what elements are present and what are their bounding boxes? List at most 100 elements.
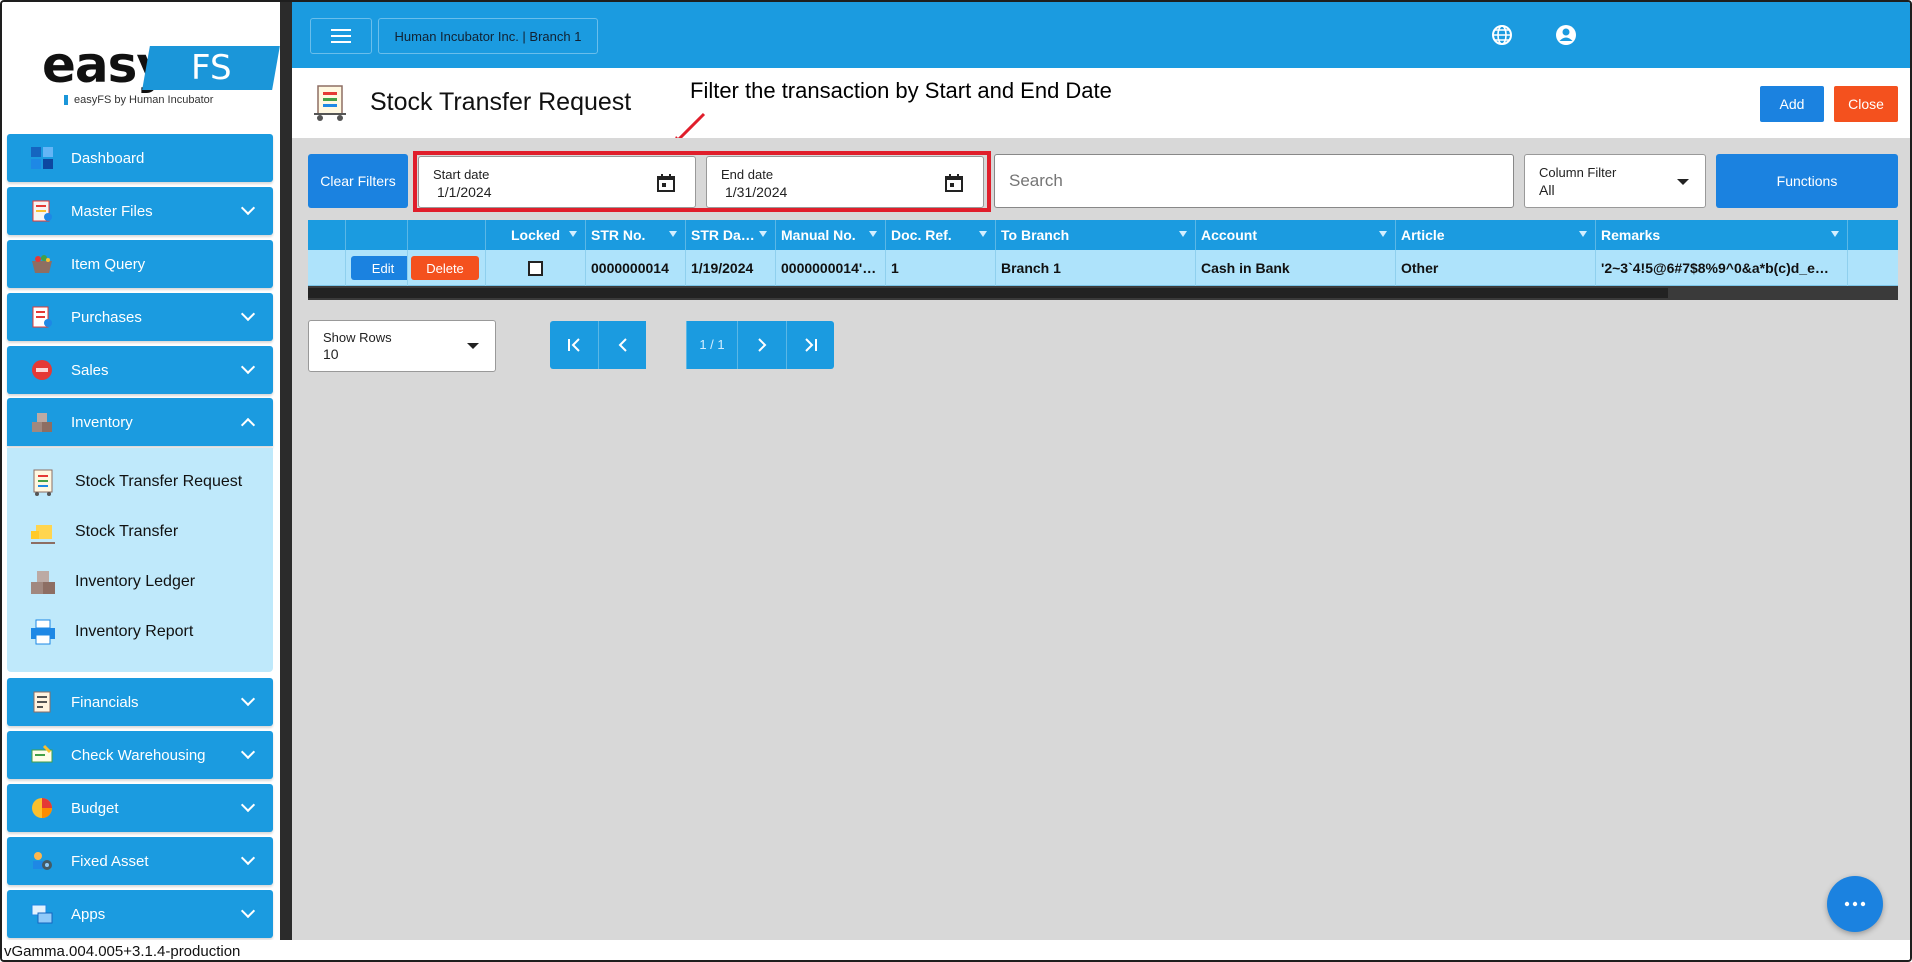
edit-button[interactable]: Edit <box>351 256 407 280</box>
remarks-cell: '2~3`4!5@6#7$8%9^0&a*b(c)d_e… <box>1596 250 1848 286</box>
company-branch-selector[interactable]: Human Incubator Inc. | Branch 1 <box>378 18 598 54</box>
chevron-up-icon <box>240 417 256 433</box>
sidebar-item-inventory[interactable]: Inventory <box>7 398 273 446</box>
sidebar-item-financials[interactable]: Financials <box>7 678 273 726</box>
sidebar-item-label: Dashboard <box>71 149 145 167</box>
sidebar-subitem-inventory-report[interactable]: Inventory Report <box>27 612 193 652</box>
header-cell-delete <box>408 220 486 250</box>
first-page-button[interactable] <box>550 321 598 369</box>
show-rows-select[interactable]: Show Rows 10 <box>308 320 496 372</box>
header-cell-manual-no[interactable]: Manual No. <box>776 220 886 250</box>
chevron-down-icon <box>240 306 256 322</box>
str-date-cell: 1/19/2024 <box>686 250 776 286</box>
edit-cell: Edit <box>346 250 408 286</box>
sidebar-subitem-label: Inventory Report <box>75 623 194 640</box>
sidebar-subitem-stock-transfer[interactable]: Stock Transfer <box>27 512 178 552</box>
sidebar-item-dashboard[interactable]: Dashboard <box>7 134 273 182</box>
article-cell: Other <box>1396 250 1596 286</box>
more-horizontal-icon <box>1844 901 1866 907</box>
sidebar-item-budget[interactable]: Budget <box>7 784 273 832</box>
sidebar-item-purchases[interactable]: Purchases <box>7 293 273 341</box>
delete-button[interactable]: Delete <box>411 256 479 280</box>
show-rows-value: 10 <box>323 346 339 362</box>
sidebar-item-apps[interactable]: Apps <box>7 890 273 938</box>
filter-icon[interactable] <box>869 231 877 237</box>
version-label: vGamma.004.005+3.1.4-production <box>2 940 1910 960</box>
user-account-icon[interactable] <box>1553 22 1579 48</box>
header-cell-to-branch[interactable]: To Branch <box>996 220 1196 250</box>
grid-horizontal-scrollbar[interactable] <box>308 286 1898 300</box>
sidebar-scrollbar[interactable] <box>280 2 292 940</box>
filter-icon[interactable] <box>979 231 987 237</box>
sidebar-item-label: Financials <box>71 693 139 711</box>
globe-icon[interactable] <box>1489 22 1515 48</box>
filter-icon[interactable] <box>1179 231 1187 237</box>
row-selector[interactable] <box>308 250 346 286</box>
filter-icon[interactable] <box>1379 231 1387 237</box>
header-cell-str-date[interactable]: STR Da… <box>686 220 776 250</box>
sidebar-item-check-warehousing[interactable]: Check Warehousing <box>7 731 273 779</box>
sidebar-subitem-label: Inventory Ledger <box>75 573 196 590</box>
sidebar-item-label: Item Query <box>71 255 146 273</box>
sidebar-item-label: Sales <box>71 361 109 379</box>
filter-icon[interactable] <box>1831 231 1839 237</box>
header-cell-locked[interactable]: Locked <box>486 220 586 250</box>
header-cell-remarks[interactable]: Remarks <box>1596 220 1848 250</box>
logo-fs-badge: FS <box>142 46 280 90</box>
clear-filters-button[interactable]: Clear Filters <box>308 154 408 208</box>
locked-checkbox[interactable] <box>528 261 543 276</box>
app-frame: easy FS easyFS by Human Incubator Dashbo… <box>0 0 1912 962</box>
close-button[interactable]: Close <box>1834 86 1898 122</box>
previous-page-button[interactable] <box>598 321 646 369</box>
sidebar-subitem-label: Stock Transfer <box>75 523 179 540</box>
sidebar-item-fixed-asset[interactable]: Fixed Asset <box>7 837 273 885</box>
ledger-icon <box>29 689 55 715</box>
sidebar-subitem-stock-transfer-request[interactable]: Stock Transfer Request <box>27 462 242 502</box>
sidebar-item-sales[interactable]: Sales <box>7 346 273 394</box>
boxes-stack-icon <box>27 566 59 598</box>
header-cell-doc-ref[interactable]: Doc. Ref. <box>886 220 996 250</box>
sidebar-item-label: Purchases <box>71 308 142 326</box>
last-page-button[interactable] <box>786 321 834 369</box>
next-page-button[interactable] <box>738 321 786 369</box>
column-filter-select[interactable]: Column Filter All <box>1524 154 1706 208</box>
annotation-text: Filter the transaction by Start and End … <box>690 78 1112 103</box>
clipboard-cart-icon <box>27 466 59 498</box>
filter-icon[interactable] <box>1579 231 1587 237</box>
chevron-down-icon <box>240 903 256 919</box>
chevron-down-icon <box>240 744 256 760</box>
chevron-right-icon <box>758 338 767 352</box>
show-rows-label: Show Rows <box>323 330 392 345</box>
filter-icon[interactable] <box>669 231 677 237</box>
sale-tag-icon <box>29 357 55 383</box>
box-transfer-icon <box>27 516 59 548</box>
gear-person-icon <box>29 848 55 874</box>
filter-icon[interactable] <box>569 231 577 237</box>
header-cell-spacer <box>1848 220 1898 250</box>
more-actions-button[interactable] <box>1827 876 1883 932</box>
locked-cell <box>486 250 586 286</box>
title-bar: Stock Transfer Request Filter the transa… <box>292 68 1910 146</box>
sidebar-item-item-query[interactable]: Item Query <box>7 240 273 288</box>
chevron-down-icon <box>240 797 256 813</box>
dashboard-icon <box>29 145 55 171</box>
header-cell-article[interactable]: Article <box>1396 220 1596 250</box>
to-branch-cell: Branch 1 <box>996 250 1196 286</box>
delete-cell: Delete <box>408 250 486 286</box>
hamburger-menu-button[interactable] <box>310 18 372 54</box>
sidebar-item-label: Check Warehousing <box>71 746 206 764</box>
logo-subtitle: easyFS by Human Incubator <box>64 94 213 106</box>
table-row[interactable]: Edit Delete 0000000014 1/19/2024 0000000… <box>308 250 1898 286</box>
account-cell: Cash in Bank <box>1196 250 1396 286</box>
header-cell-account[interactable]: Account <box>1196 220 1396 250</box>
pie-chart-icon <box>29 795 55 821</box>
add-button[interactable]: Add <box>1760 86 1824 122</box>
search-input[interactable] <box>994 154 1514 208</box>
sidebar-subitem-inventory-ledger[interactable]: Inventory Ledger <box>27 562 195 602</box>
annotation-highlight-box <box>413 151 991 212</box>
filter-icon[interactable] <box>759 231 767 237</box>
logo: easy FS easyFS by Human Incubator <box>42 36 280 112</box>
functions-button[interactable]: Functions <box>1716 154 1898 208</box>
sidebar-item-master-files[interactable]: Master Files <box>7 187 273 235</box>
header-cell-str-no[interactable]: STR No. <box>586 220 686 250</box>
